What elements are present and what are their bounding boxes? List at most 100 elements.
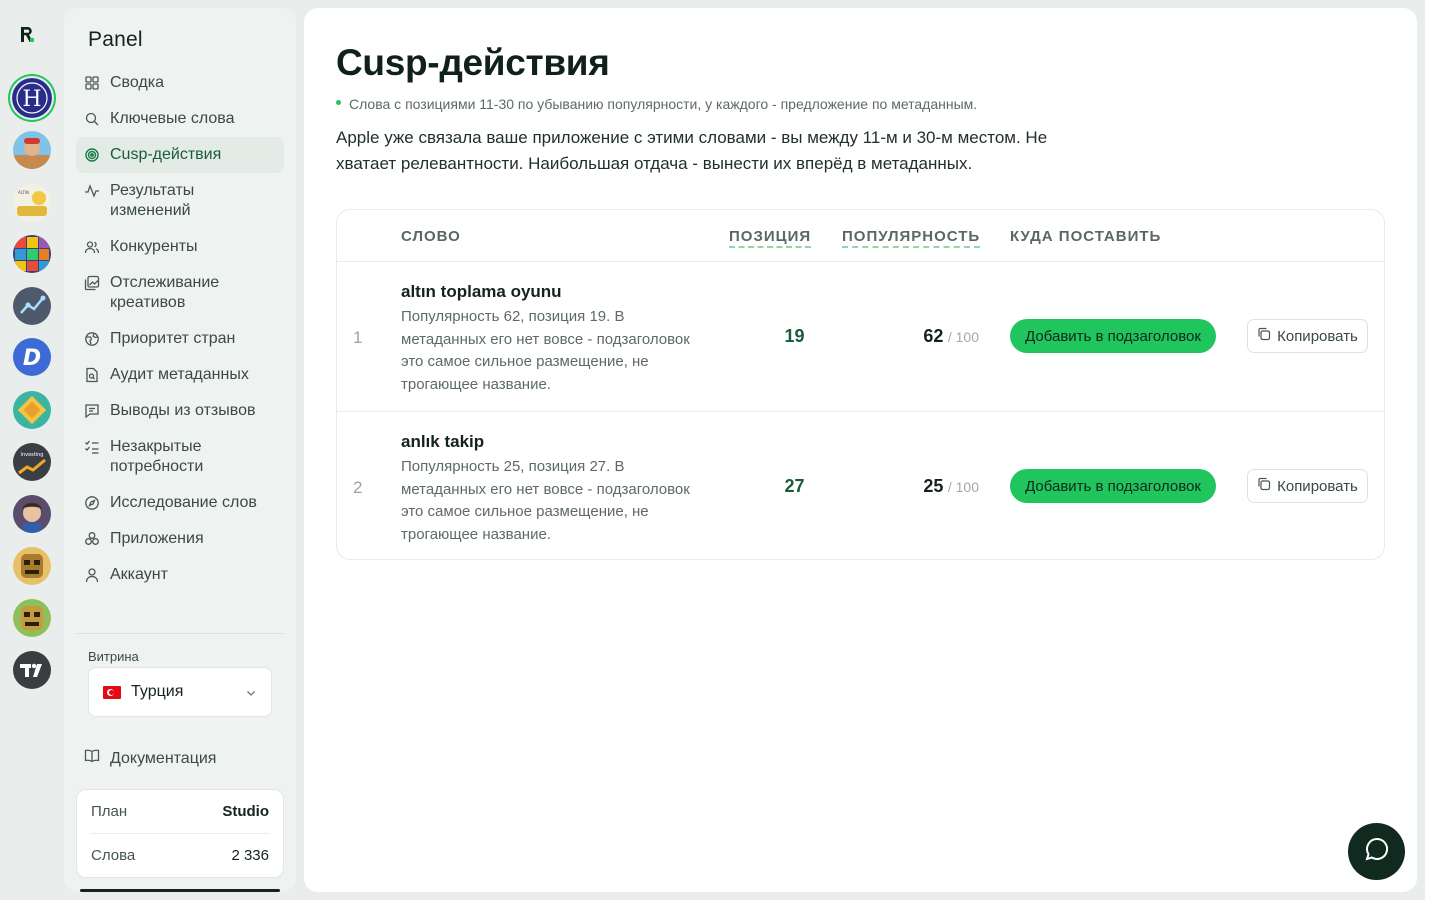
copy-icon: [1257, 327, 1271, 345]
words-row: Слова 2 336: [91, 833, 269, 876]
row-position: 19: [784, 326, 805, 346]
sidebar-divider: [76, 633, 284, 634]
store-label: Витрина: [88, 649, 139, 664]
copy-button[interactable]: Копировать: [1247, 319, 1368, 353]
add-to-subtitle-button[interactable]: Добавить в подзаголовок: [1010, 319, 1216, 353]
sidebar-item-label: Приложения: [110, 530, 204, 547]
list-check-icon: [84, 439, 100, 455]
page-title: Cusp-действия: [336, 42, 610, 83]
sidebar-item-cusp-actions[interactable]: Cusp-действия: [76, 137, 284, 173]
popularity-max: / 100: [947, 479, 979, 495]
svg-text:H: H: [22, 87, 41, 112]
sidebar-item-label: Исследование слов: [110, 494, 257, 511]
plan-row: План Studio: [91, 790, 269, 833]
sidebar-item-label: Приоритет стран: [110, 330, 236, 347]
copy-label: Копировать: [1277, 477, 1358, 495]
app-h-icon[interactable]: H: [12, 78, 52, 118]
svg-text:D: D: [23, 346, 41, 371]
grid-icon: [84, 75, 100, 91]
svg-text:ALTIN: ALTIN: [18, 190, 29, 195]
sidebar-item-account[interactable]: Аккаунт: [76, 557, 284, 593]
plan-value: Studio: [222, 803, 269, 820]
sidebar-item-label: Сводка: [110, 74, 165, 91]
user-icon: [84, 567, 100, 583]
sidebar-item-label: Ключевые слова: [110, 110, 235, 127]
table-row: 2 anlık takip Популярность 25, позиция 2…: [337, 411, 1384, 559]
file-search-icon: [84, 367, 100, 383]
sidebar-item-review-insights[interactable]: Выводы из отзывов: [76, 393, 284, 429]
add-to-subtitle-button[interactable]: Добавить в подзаголовок: [1010, 469, 1216, 503]
window-edge: [1425, 0, 1440, 900]
header-position[interactable]: ПОЗИЦИЯ: [729, 228, 812, 248]
app-rail: H ALTIN D Investing: [0, 0, 64, 900]
app-tiles-icon[interactable]: [13, 391, 51, 429]
sidebar-item-summary[interactable]: Сводка: [76, 65, 284, 101]
sidebar-item-unmet-needs[interactable]: Незакрытые потребности: [76, 429, 284, 485]
chat-bubble-icon: [1364, 836, 1390, 867]
row-popularity: 25 / 100: [897, 476, 979, 497]
sidebar-item-word-research[interactable]: Исследование слов: [76, 485, 284, 521]
search-icon: [84, 111, 100, 127]
table-row: 1 altın toplama oyunu Популярность 62, п…: [337, 262, 1384, 411]
logo-icon[interactable]: [19, 26, 35, 44]
row-index: 2: [353, 478, 363, 497]
sidebar-item-label: Конкуренты: [110, 238, 198, 255]
plan-card: План Studio Слова 2 336: [76, 789, 284, 878]
turkey-flag-icon: [103, 685, 121, 699]
lead-paragraph: Apple уже связала ваше приложение с этим…: [336, 128, 1048, 173]
header-word: СЛОВО: [401, 228, 461, 245]
sidebar-item-change-results[interactable]: Результаты изменений: [76, 173, 284, 229]
popularity-max: / 100: [947, 329, 979, 345]
images-icon: [84, 275, 100, 291]
sidebar-item-metadata-audit[interactable]: Аудит метаданных: [76, 357, 284, 393]
app-chart-icon[interactable]: [13, 287, 51, 325]
app-mask-1-icon[interactable]: [13, 547, 51, 585]
app-d-icon[interactable]: D: [13, 338, 51, 376]
copy-icon: [1257, 477, 1271, 495]
row-keyword: altın toplama oyunu: [401, 282, 562, 301]
sidebar-item-keywords[interactable]: Ключевые слова: [76, 101, 284, 137]
target-icon: [84, 147, 100, 163]
header-placement: КУДА ПОСТАВИТЬ: [1010, 228, 1162, 245]
row-index: 1: [353, 328, 363, 347]
documentation-link[interactable]: Документация: [84, 748, 216, 769]
sidebar-item-label: Незакрытые потребности: [110, 438, 204, 475]
sidebar-item-competitors[interactable]: Конкуренты: [76, 229, 284, 265]
copy-button[interactable]: Копировать: [1247, 469, 1368, 503]
sidebar-item-label: Выводы из отзывов: [110, 402, 256, 419]
brand-title: Panel: [88, 28, 143, 51]
sidebar-item-apps[interactable]: Приложения: [76, 521, 284, 557]
chat-button[interactable]: [1348, 823, 1405, 880]
sidebar-item-creatives[interactable]: Отслеживание креативов: [76, 265, 284, 321]
sidebar-bottom-bar: [80, 889, 280, 892]
app-mask-2-icon[interactable]: [13, 599, 51, 637]
header-popularity[interactable]: ПОПУЛЯРНОСТЬ: [842, 228, 981, 248]
popularity-value: 62: [923, 326, 944, 346]
users-icon: [84, 239, 100, 255]
chevron-down-icon: [245, 686, 257, 698]
words-value: 2 336: [231, 846, 269, 864]
app-runner-icon[interactable]: [13, 131, 51, 169]
status-dot-icon: [336, 99, 341, 105]
app-hero-icon[interactable]: [13, 495, 51, 533]
app-altin-icon[interactable]: ALTIN: [13, 184, 51, 222]
row-keyword: anlık takip: [401, 432, 485, 451]
app-blocks-icon[interactable]: [13, 235, 51, 273]
sidebar-item-label: Аккаунт: [110, 566, 168, 583]
sidebar-nav: Сводка Ключевые слова Cusp-действия Резу…: [76, 65, 284, 593]
row-popularity: 62 / 100: [897, 326, 979, 347]
app-investing-icon[interactable]: Investing: [13, 443, 51, 481]
app-tv-icon[interactable]: [13, 651, 51, 689]
sidebar-item-country-priority[interactable]: Приоритет стран: [76, 321, 284, 357]
page-subtitle: Слова с позициями 11-30 по убыванию попу…: [336, 96, 977, 112]
table-header: СЛОВО ПОЗИЦИЯ ПОПУЛЯРНОСТЬ КУДА ПОСТАВИТ…: [337, 210, 1384, 262]
copy-label: Копировать: [1277, 327, 1358, 345]
row-position: 27: [784, 476, 805, 496]
sidebar-item-label: Cusp-действия: [110, 146, 222, 163]
store-select[interactable]: Турция: [88, 667, 272, 717]
sidebar-item-label: Отслеживание креативов: [110, 274, 220, 311]
row-description: Популярность 62, позиция 19. В метаданны…: [401, 308, 690, 393]
subtitle-text: Слова с позициями 11-30 по убыванию попу…: [349, 96, 978, 112]
compass-icon: [84, 495, 100, 511]
message-icon: [84, 403, 100, 419]
